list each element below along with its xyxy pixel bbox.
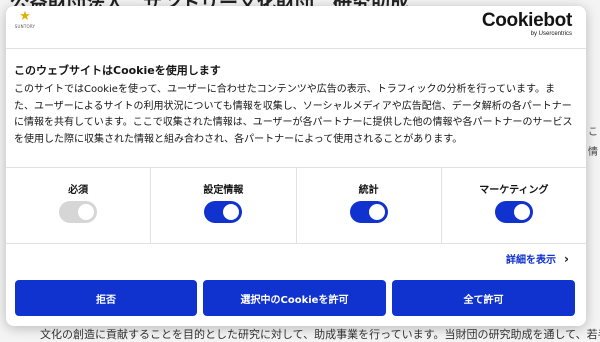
consent-title: このウェブサイトはCookieを使用します: [14, 64, 221, 77]
category-label: 統計: [358, 185, 379, 196]
background-page-text: 文化の創造に貢献することを目的とした研究に対して、助成事業を行っています。当財団…: [40, 328, 600, 341]
cookiebot-logo[interactable]: Cookiebot by Usercentrics: [482, 11, 572, 38]
cookiebot-logo-sub: by Usercentrics: [530, 31, 572, 37]
chevron-right-icon: ›: [564, 251, 569, 266]
marketing-toggle[interactable]: [494, 201, 533, 223]
site-logo-text: SUNTORY: [14, 24, 36, 29]
statistics-toggle[interactable]: [349, 201, 388, 223]
site-logo: ★ SUNTORY: [14, 10, 36, 36]
deny-button[interactable]: 拒否: [15, 280, 197, 316]
toggle-knob: [78, 204, 95, 220]
star-icon: ★: [19, 9, 31, 24]
category-label: 必須: [68, 185, 89, 196]
category-marketing: マーケティング: [440, 168, 586, 243]
background-side-char: 情: [588, 147, 598, 158]
necessary-toggle: [59, 201, 98, 223]
consent-category-toggles: 必須 設定情報 統計 マーケティング: [6, 167, 586, 244]
dialog-header: ★ SUNTORY Cookiebot by Usercentrics: [6, 6, 586, 49]
toggle-knob: [223, 204, 240, 220]
background-side-char: こ: [588, 127, 598, 138]
preferences-toggle[interactable]: [204, 201, 243, 223]
cookiebot-logo-name: Cookiebot: [481, 10, 572, 31]
toggle-knob: [513, 204, 530, 220]
allow-all-button[interactable]: 全て許可: [392, 280, 575, 316]
category-necessary: 必須: [6, 168, 150, 243]
category-label: 設定情報: [203, 185, 244, 196]
cookie-consent-dialog: ★ SUNTORY Cookiebot by Usercentrics このウェ…: [6, 6, 586, 326]
toggle-knob: [368, 204, 385, 220]
consent-description: このサイトではCookieを使って、ユーザーに合わせたコンテンツや広告の表示、ト…: [14, 84, 573, 145]
show-details-label: 詳細を表示: [506, 255, 557, 266]
allow-selection-button[interactable]: 選択中のCookieを許可: [203, 280, 386, 316]
show-details-link[interactable]: 詳細を表示 ›: [506, 251, 569, 267]
category-preferences: 設定情報: [150, 168, 295, 243]
category-label: マーケティング: [479, 185, 549, 196]
category-statistics: 統計: [295, 168, 441, 243]
